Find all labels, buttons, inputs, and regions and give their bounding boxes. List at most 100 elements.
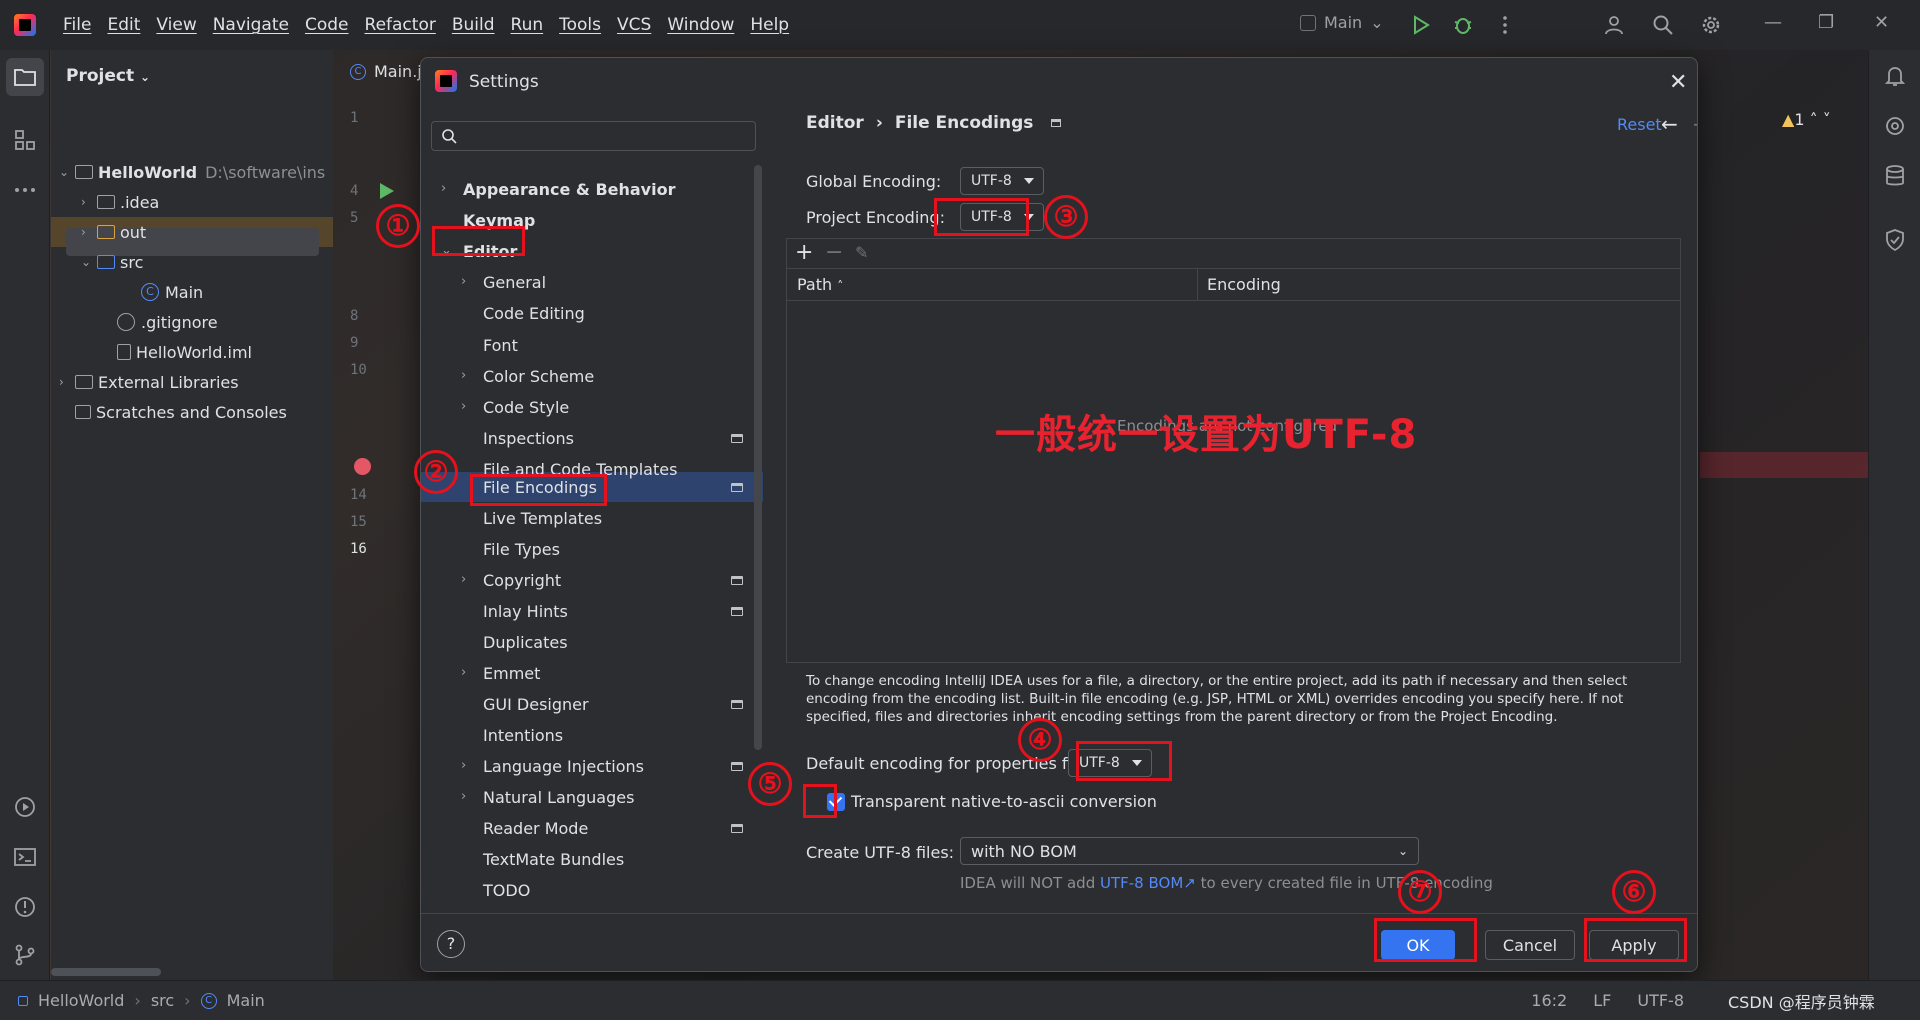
chevron-down-icon[interactable]: ˅ [1823, 110, 1831, 129]
chevron-right-icon[interactable]: › [461, 368, 466, 383]
tree-item-inspections[interactable]: Inspections [483, 423, 574, 453]
warning-indicator[interactable]: ▲1 ˄ ˅ [1782, 110, 1831, 129]
tree-item-external-libraries[interactable]: › External Libraries [59, 368, 239, 396]
chevron-right-icon[interactable]: › [461, 665, 466, 680]
search-field[interactable] [464, 126, 744, 146]
file-encoding[interactable]: UTF-8 [1637, 991, 1684, 1010]
tree-item-file-types[interactable]: File Types [483, 534, 560, 564]
menu-refactor[interactable]: Refactor [358, 11, 443, 39]
project-panel-title[interactable]: Project ⌄ [66, 66, 150, 86]
tree-item-src[interactable]: ⌄ src [81, 248, 143, 276]
chevron-right-icon[interactable]: › [81, 195, 97, 209]
create-utf8-select[interactable]: with NO BOM ⌄ [960, 837, 1419, 865]
caret-position[interactable]: 16:2 [1531, 991, 1567, 1010]
remove-icon[interactable]: − [825, 240, 843, 265]
menu-build[interactable]: Build [445, 11, 502, 39]
breakpoint-icon[interactable] [354, 458, 371, 475]
menu-help[interactable]: Help [743, 11, 796, 39]
tree-item-language-injections[interactable]: Language Injections [483, 751, 644, 781]
utf8-bom-link[interactable]: UTF-8 BOM [1100, 874, 1183, 892]
tree-item-font[interactable]: Font [483, 330, 518, 360]
minimize-icon[interactable]: — [1764, 12, 1782, 33]
shield-icon[interactable] [1883, 228, 1907, 252]
tree-item-intentions[interactable]: Intentions [483, 720, 563, 750]
native-to-ascii-label[interactable]: Transparent native-to-ascii conversion [851, 792, 1157, 811]
chevron-right-icon[interactable]: › [81, 225, 97, 239]
chevron-right-icon[interactable]: › [461, 399, 466, 414]
chevron-right-icon[interactable]: › [461, 274, 466, 289]
column-header-encoding[interactable]: Encoding [1207, 275, 1281, 294]
chevron-right-icon[interactable]: › [461, 789, 466, 804]
add-user-icon[interactable] [1604, 14, 1626, 36]
debug-icon[interactable] [1452, 14, 1474, 36]
crumb-main[interactable]: Main [227, 991, 265, 1010]
search-icon[interactable] [1652, 14, 1674, 36]
cancel-button[interactable]: Cancel [1485, 930, 1575, 960]
menu-run[interactable]: Run [504, 11, 551, 39]
database-icon[interactable] [1883, 164, 1907, 188]
chevron-up-icon[interactable]: ˄ [1810, 110, 1818, 129]
menu-code[interactable]: Code [298, 11, 356, 39]
notifications-icon[interactable] [1883, 64, 1907, 88]
chevron-right-icon[interactable]: › [59, 375, 75, 389]
chevron-down-icon[interactable]: ⌄ [81, 255, 97, 269]
tree-item-out[interactable]: › out [81, 218, 146, 246]
tree-item-main[interactable]: C Main [141, 278, 203, 306]
menu-vcs[interactable]: VCS [610, 11, 658, 39]
tree-item-todo[interactable]: TODO [483, 875, 530, 905]
line-separator[interactable]: LF [1593, 991, 1611, 1010]
tree-item-code-editing[interactable]: Code Editing [483, 298, 585, 328]
tree-item-emmet[interactable]: Emmet [483, 658, 540, 688]
help-icon[interactable]: ? [437, 930, 465, 958]
crumb-helloworld[interactable]: HelloWorld [38, 991, 124, 1010]
column-header-path[interactable]: Path ˄ [797, 275, 843, 294]
menu-tools[interactable]: Tools [552, 11, 608, 39]
menu-window[interactable]: Window [660, 11, 741, 39]
git-icon[interactable] [13, 943, 37, 967]
tree-item-scratches[interactable]: Scratches and Consoles [75, 398, 287, 426]
menu-edit[interactable]: Edit [100, 11, 147, 39]
chevron-down-icon[interactable]: ⌄ [59, 165, 75, 179]
tree-item-copyright[interactable]: Copyright [483, 565, 561, 595]
restore-icon[interactable]: ❐ [1818, 12, 1834, 33]
services-icon[interactable] [13, 795, 37, 819]
tree-item-gui-designer[interactable]: GUI Designer [483, 689, 589, 719]
tree-item-reader-mode[interactable]: Reader Mode [483, 813, 588, 843]
tree-item-duplicates[interactable]: Duplicates [483, 627, 568, 657]
folder-icon[interactable] [13, 65, 37, 89]
more-actions-icon[interactable] [1494, 14, 1516, 36]
tree-item-textmate[interactable]: TextMate Bundles [483, 844, 624, 874]
tree-item-gitignore[interactable]: .gitignore [117, 308, 218, 336]
back-arrow-icon[interactable]: ← [1661, 112, 1678, 136]
editor-tab-main[interactable]: C Main.j [350, 62, 422, 81]
chevron-right-icon[interactable]: › [441, 181, 446, 196]
global-encoding-select[interactable]: UTF-8 [960, 167, 1044, 195]
reset-link[interactable]: Reset [1617, 115, 1662, 134]
column-divider[interactable] [1197, 269, 1198, 301]
tree-item-idea[interactable]: › .idea [81, 188, 159, 216]
close-window-icon[interactable]: ✕ [1874, 12, 1889, 33]
menu-view[interactable]: View [149, 11, 203, 39]
menu-file[interactable]: File [56, 11, 98, 39]
chevron-right-icon[interactable]: › [461, 572, 466, 587]
forward-arrow-icon[interactable]: → [1693, 112, 1697, 136]
terminal-icon[interactable] [13, 845, 37, 869]
tree-item-helloworld[interactable]: ⌄ HelloWorld D:\software\ins [59, 158, 325, 186]
project-panel-scrollbar[interactable] [51, 968, 161, 976]
ai-assistant-icon[interactable] [1883, 114, 1907, 138]
tree-item-general[interactable]: General [483, 267, 546, 297]
tree-item-color-scheme[interactable]: Color Scheme [483, 361, 594, 391]
more-tools-icon[interactable] [13, 178, 37, 202]
chevron-right-icon[interactable]: › [461, 758, 466, 773]
tree-item-inlay-hints[interactable]: Inlay Hints [483, 596, 568, 626]
run-config-selector[interactable]: Main ⌄ [1300, 13, 1384, 32]
tree-item-live-templates[interactable]: Live Templates [483, 503, 602, 533]
settings-gear-icon[interactable] [1700, 14, 1722, 36]
crumb-src[interactable]: src [151, 991, 174, 1010]
tree-item-natural-languages[interactable]: Natural Languages [483, 782, 634, 812]
problems-icon[interactable] [13, 895, 37, 919]
menu-navigate[interactable]: Navigate [206, 11, 296, 39]
tree-item-appearance[interactable]: Appearance & Behavior [463, 174, 675, 204]
tree-item-iml[interactable]: HelloWorld.iml [117, 338, 252, 366]
tree-item-code-style[interactable]: Code Style [483, 392, 569, 422]
